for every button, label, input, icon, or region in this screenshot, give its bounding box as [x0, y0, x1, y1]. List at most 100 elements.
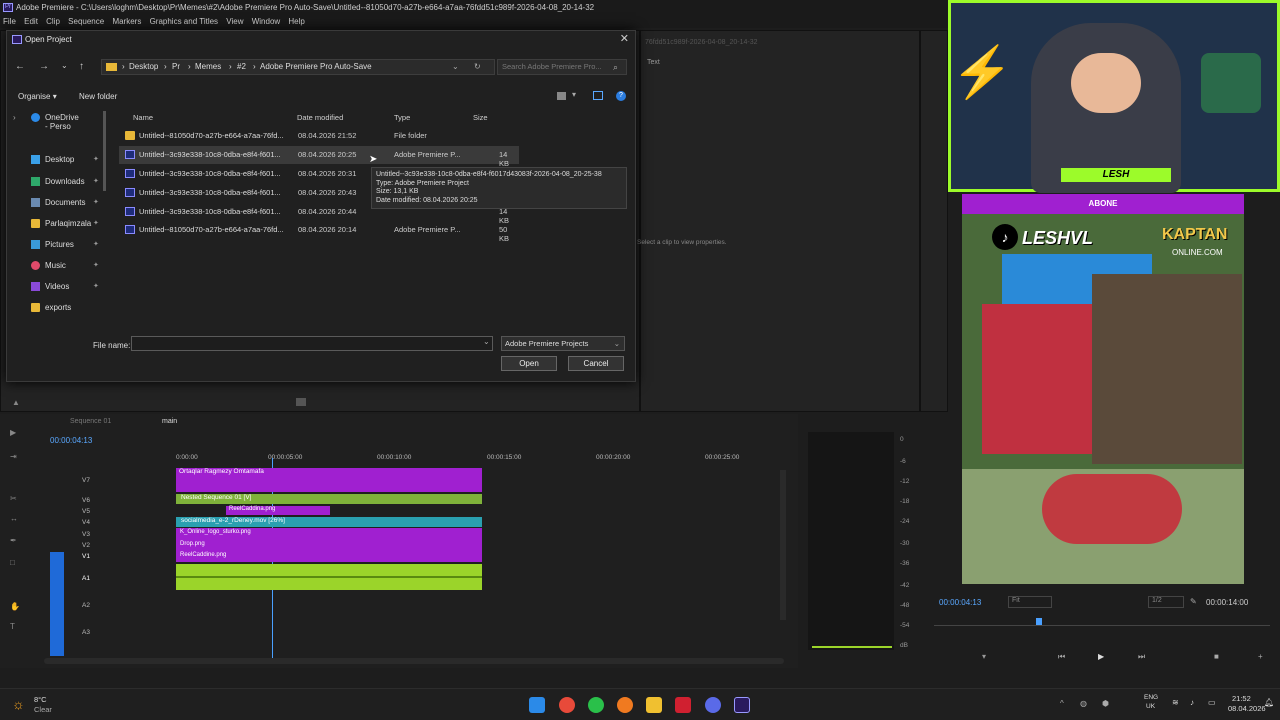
- track-a3[interactable]: A3: [82, 629, 90, 636]
- column-size[interactable]: Size: [473, 113, 488, 122]
- column-date[interactable]: Date modified: [297, 113, 343, 122]
- cancel-button[interactable]: Cancel: [568, 356, 624, 371]
- add-marker-icon[interactable]: ▾: [982, 652, 986, 661]
- rectangle-tool-icon[interactable]: □: [10, 558, 15, 567]
- view-chevron-icon[interactable]: ▾: [572, 90, 576, 99]
- breadcrumb-memes[interactable]: Memes: [195, 60, 221, 74]
- track-v2[interactable]: V2: [82, 542, 90, 549]
- file-row[interactable]: Untitled--81050d70-a27b-e664-a7aa-76fd..…: [119, 127, 519, 145]
- preview-pane-icon[interactable]: [593, 91, 603, 100]
- clip-logo[interactable]: K_Online_logo_sturko.png: [180, 529, 251, 535]
- program-scrubber[interactable]: [934, 620, 1270, 626]
- hand-tool-icon[interactable]: ✋: [10, 602, 20, 611]
- breadcrumb-pr[interactable]: Pr: [172, 60, 180, 74]
- whatsapp-icon[interactable]: [588, 697, 604, 713]
- track-a2[interactable]: A2: [82, 602, 90, 609]
- search-input[interactable]: Search Adobe Premiere Pro...: [497, 59, 627, 75]
- recent-chevron-icon[interactable]: ⌄: [61, 61, 68, 70]
- playhead-icon[interactable]: [1036, 618, 1042, 625]
- clock-date[interactable]: 08.04.2026: [1228, 704, 1266, 713]
- forward-arrow-icon[interactable]: →: [39, 61, 49, 72]
- text-tab[interactable]: Text: [647, 59, 660, 66]
- quality-select[interactable]: 1/2: [1148, 596, 1184, 608]
- file-row[interactable]: Untitled--81050d70-a27b-e664-a7aa-76fd..…: [119, 221, 519, 243]
- razor-icon[interactable]: ✂: [10, 494, 17, 503]
- help-icon[interactable]: ?: [616, 91, 626, 101]
- wifi-icon[interactable]: ≋: [1172, 698, 1179, 707]
- clip-reel-caddina[interactable]: ReelCaddina.png: [226, 506, 330, 515]
- track-a1[interactable]: A1: [82, 575, 90, 582]
- menu-help[interactable]: Help: [288, 17, 304, 26]
- breadcrumb-autosave[interactable]: Adobe Premiere Pro Auto-Save: [260, 60, 372, 74]
- menu-graphics[interactable]: Graphics and Titles: [150, 17, 218, 26]
- track-v4[interactable]: V4: [82, 519, 90, 526]
- add-icon[interactable]: +: [1258, 652, 1263, 661]
- lang-region[interactable]: UK: [1146, 703, 1155, 710]
- blender-icon[interactable]: [617, 697, 633, 713]
- source-patch[interactable]: [50, 552, 64, 656]
- menu-sequence[interactable]: Sequence: [68, 17, 104, 26]
- menu-clip[interactable]: Clip: [46, 17, 60, 26]
- timeline-v-scrollbar[interactable]: [780, 470, 786, 620]
- export-frame-icon[interactable]: [296, 398, 306, 406]
- play-icon[interactable]: ▶: [1098, 652, 1104, 661]
- type-tool-icon[interactable]: T: [10, 622, 15, 631]
- column-type[interactable]: Type: [394, 113, 410, 122]
- track-v7[interactable]: V7: [82, 477, 90, 484]
- up-arrow-icon[interactable]: ↑: [79, 61, 84, 72]
- track-v1[interactable]: V1: [82, 553, 90, 560]
- track-select-icon[interactable]: ⇥: [10, 452, 17, 461]
- lang-code[interactable]: ENG: [1144, 694, 1158, 701]
- organise-button[interactable]: Organise ▾: [18, 92, 57, 101]
- clip-title[interactable]: Ortaqlar Ragmezy Omtamafa: [176, 468, 482, 492]
- clock-time[interactable]: 21:52: [1232, 694, 1251, 703]
- battery-icon[interactable]: ▭: [1208, 698, 1216, 707]
- start-icon[interactable]: [529, 697, 545, 713]
- pen-tool-icon[interactable]: ✒: [10, 536, 17, 545]
- volume-icon[interactable]: ♪: [1190, 698, 1194, 707]
- timeline-timecode[interactable]: 00:00:04:13: [50, 436, 92, 445]
- selection-tool-icon[interactable]: ▶: [10, 428, 16, 437]
- file-row-selected[interactable]: Untitled--3c93e338-10c8-0dba-e8f4-f601..…: [119, 146, 519, 168]
- capcut-icon[interactable]: [675, 697, 691, 713]
- file-name-input[interactable]: [131, 336, 493, 351]
- refresh-icon[interactable]: ↻: [474, 60, 481, 74]
- fit-select[interactable]: Fit: [1008, 596, 1052, 608]
- timeline-h-scrollbar[interactable]: [44, 658, 784, 664]
- track-v3[interactable]: V3: [82, 531, 90, 538]
- close-icon[interactable]: ✕: [620, 32, 629, 45]
- tab-sequence-01[interactable]: Sequence 01: [70, 418, 111, 425]
- menu-view[interactable]: View: [226, 17, 243, 26]
- program-timecode[interactable]: 00:00:04:13: [939, 598, 981, 607]
- open-button[interactable]: Open: [501, 356, 557, 371]
- clip-socialmedia[interactable]: socialmedia_e-2_rDeney.mov [26%]: [176, 517, 482, 527]
- step-forward-icon[interactable]: ⏭: [1138, 652, 1145, 662]
- breadcrumb-desktop[interactable]: Desktop: [129, 60, 158, 74]
- clip-reel-caddine[interactable]: ReelCaddine.png: [180, 552, 226, 558]
- premiere-taskbar-icon[interactable]: [734, 697, 750, 713]
- step-back-icon[interactable]: ⏮: [1058, 652, 1065, 662]
- address-dropdown-icon[interactable]: ⌄: [452, 60, 459, 74]
- track-v6[interactable]: V6: [82, 497, 90, 504]
- notification-icon[interactable]: 🔔︎: [1264, 698, 1274, 707]
- menu-markers[interactable]: Markers: [112, 17, 141, 26]
- tray-chevron-icon[interactable]: ^: [1060, 699, 1064, 708]
- nav-scrollbar[interactable]: [103, 111, 106, 191]
- new-folder-button[interactable]: New folder: [79, 92, 117, 101]
- menu-edit[interactable]: Edit: [24, 17, 38, 26]
- file-explorer-icon[interactable]: [646, 697, 662, 713]
- source-settings-icon[interactable]: ▲: [12, 398, 20, 407]
- weather-desc[interactable]: Clear: [34, 705, 52, 714]
- tray-app2-icon[interactable]: ⬢: [1102, 699, 1109, 708]
- discord-icon[interactable]: [705, 697, 721, 713]
- tab-main[interactable]: main: [162, 418, 177, 425]
- column-name[interactable]: Name: [133, 113, 153, 122]
- file-type-select[interactable]: Adobe Premiere Projects ⌄: [501, 336, 625, 351]
- slip-tool-icon[interactable]: ↔: [10, 514, 18, 523]
- menu-window[interactable]: Window: [252, 17, 280, 26]
- view-options-icon[interactable]: [557, 92, 566, 100]
- clip-drop[interactable]: Drop.png: [180, 541, 205, 547]
- camera-icon[interactable]: ■: [1214, 652, 1219, 661]
- breadcrumb-2[interactable]: #2: [237, 60, 246, 74]
- file-name-dropdown-icon[interactable]: ⌄: [483, 337, 490, 346]
